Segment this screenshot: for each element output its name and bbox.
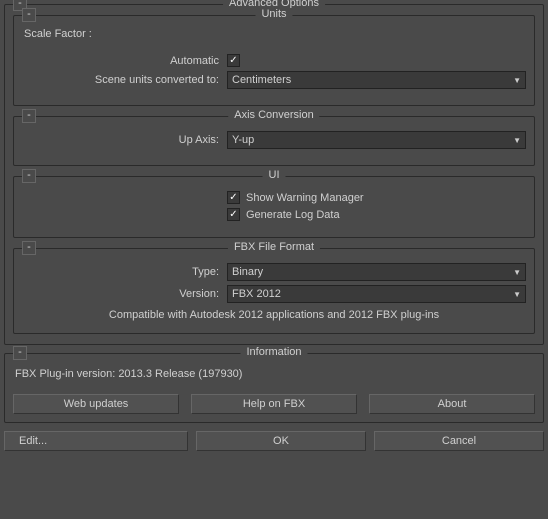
- version-value: FBX 2012: [232, 288, 281, 300]
- generate-log-label: Generate Log Data: [246, 209, 340, 221]
- up-axis-value: Y-up: [232, 134, 254, 146]
- information-group: - Information FBX Plug-in version: 2013.…: [4, 353, 544, 423]
- fbx-title: FBX File Format: [228, 241, 320, 253]
- help-on-fbx-button[interactable]: Help on FBX: [191, 394, 357, 414]
- ok-button[interactable]: OK: [196, 431, 366, 451]
- axis-title: Axis Conversion: [228, 109, 319, 121]
- ui-title: UI: [263, 169, 286, 181]
- units-group: - Units Scale Factor : Automatic Scene u…: [13, 15, 535, 106]
- plugin-version-label: FBX Plug-in version: 2013.3 Release (197…: [13, 364, 535, 384]
- advanced-options-group: - Advanced Options - Units Scale Factor …: [4, 4, 544, 345]
- fbx-collapse-button[interactable]: -: [22, 241, 36, 255]
- axis-conversion-group: - Axis Conversion Up Axis: Y-up ▼: [13, 116, 535, 166]
- cancel-button[interactable]: Cancel: [374, 431, 544, 451]
- scene-units-value: Centimeters: [232, 74, 291, 86]
- ui-collapse-button[interactable]: -: [22, 169, 36, 183]
- edit-button[interactable]: Edit...: [4, 431, 188, 451]
- warning-manager-checkbox[interactable]: [227, 191, 240, 204]
- units-title: Units: [255, 8, 292, 20]
- automatic-checkbox[interactable]: [227, 54, 240, 67]
- chevron-down-icon: ▼: [513, 136, 521, 145]
- info-collapse-button[interactable]: -: [13, 346, 27, 360]
- version-dropdown[interactable]: FBX 2012 ▼: [227, 285, 526, 303]
- type-dropdown[interactable]: Binary ▼: [227, 263, 526, 281]
- compatibility-note: Compatible with Autodesk 2012 applicatio…: [22, 309, 526, 321]
- fbx-file-format-group: - FBX File Format Type: Binary ▼ Version…: [13, 248, 535, 334]
- automatic-label: Automatic: [22, 55, 227, 67]
- dialog-button-row: Edit... OK Cancel: [4, 431, 544, 451]
- up-axis-dropdown[interactable]: Y-up ▼: [227, 131, 526, 149]
- scene-units-dropdown[interactable]: Centimeters ▼: [227, 71, 526, 89]
- scale-factor-label: Scale Factor :: [22, 26, 526, 50]
- version-label: Version:: [22, 288, 227, 300]
- generate-log-checkbox[interactable]: [227, 208, 240, 221]
- type-value: Binary: [232, 266, 263, 278]
- type-label: Type:: [22, 266, 227, 278]
- chevron-down-icon: ▼: [513, 290, 521, 299]
- chevron-down-icon: ▼: [513, 76, 521, 85]
- web-updates-button[interactable]: Web updates: [13, 394, 179, 414]
- axis-collapse-button[interactable]: -: [22, 109, 36, 123]
- up-axis-label: Up Axis:: [22, 134, 227, 146]
- warning-manager-label: Show Warning Manager: [246, 192, 364, 204]
- units-collapse-button[interactable]: -: [22, 8, 36, 22]
- chevron-down-icon: ▼: [513, 268, 521, 277]
- scene-units-label: Scene units converted to:: [22, 74, 227, 86]
- information-title: Information: [240, 346, 307, 358]
- ui-group: - UI Show Warning Manager Generate Log D…: [13, 176, 535, 238]
- about-button[interactable]: About: [369, 394, 535, 414]
